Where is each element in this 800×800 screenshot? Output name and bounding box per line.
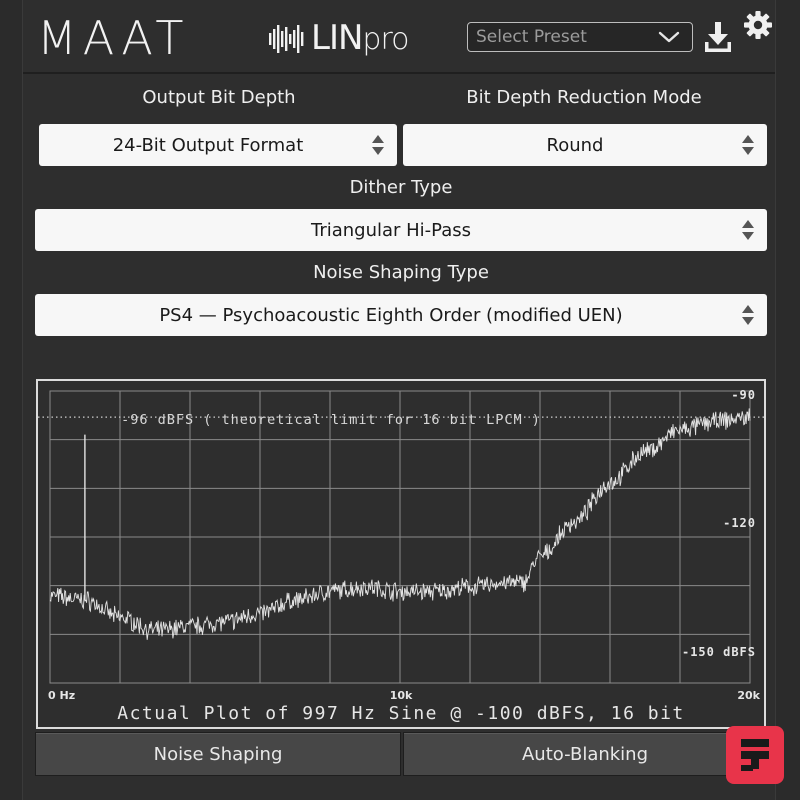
chevron-down-icon [658,31,680,43]
y-tick-label: -120 [723,516,756,530]
noise-shaping-type-select[interactable]: PS4 — Psychoacoustic Eighth Order (modif… [35,294,767,336]
badge-icon [741,739,769,771]
plugin-window: MAAT LINpro Select Preset Output Bit Dep… [22,0,776,800]
x-tick-label: 20k [737,689,760,702]
dither-type-label: Dither Type [349,177,453,198]
brand-logo: MAAT [37,11,190,65]
preset-select[interactable]: Select Preset [467,22,693,52]
download-icon[interactable] [703,20,733,54]
auto-blanking-button[interactable]: Auto-Blanking [403,732,767,776]
product-name: LINpro [311,18,409,58]
dither-type-select[interactable]: Triangular Hi-Pass [35,209,767,251]
product-logo: LINpro [269,18,409,60]
badge-logo [726,726,784,784]
reduction-mode-label: Bit Depth Reduction Mode [466,87,702,108]
noise-shaping-type-label: Noise Shaping Type [313,262,489,283]
output-bit-depth-value: 24-Bit Output Format [112,134,304,156]
gear-icon[interactable] [743,10,773,40]
noise-spectrum-plot: -96 dBFS ( theoretical limit for 16 bit … [36,379,766,729]
noise-shaping-type-value: PS4 — Psychoacoustic Eighth Order (modif… [159,304,623,326]
output-bit-depth-label: Output Bit Depth [142,87,296,108]
reduction-mode-select[interactable]: Round [403,124,767,166]
up-down-arrows-icon [742,220,754,240]
x-tick-label: 10k [390,689,413,702]
noise-shaping-button[interactable]: Noise Shaping [35,732,401,776]
header-bar: MAAT LINpro Select Preset [23,0,775,74]
up-down-arrows-icon [372,135,384,155]
y-tick-label: -150 dBFS [682,645,756,659]
preset-select-label: Select Preset [476,27,587,47]
dither-type-value: Triangular Hi-Pass [310,219,472,241]
up-down-arrows-icon [742,135,754,155]
reference-line-label: -96 dBFS ( theoretical limit for 16 bit … [121,412,541,428]
spectrum-chart: -96 dBFS ( theoretical limit for 16 bit … [38,388,764,702]
plot-caption: Actual Plot of 997 Hz Sine @ -100 dBFS, … [117,703,685,724]
up-down-arrows-icon [742,305,754,325]
x-tick-label: 0 Hz [48,689,75,702]
reduction-mode-value: Round [546,134,604,156]
output-bit-depth-select[interactable]: 24-Bit Output Format [39,124,397,166]
waveform-logo-icon [269,25,304,53]
y-tick-label: -90 [731,388,756,402]
